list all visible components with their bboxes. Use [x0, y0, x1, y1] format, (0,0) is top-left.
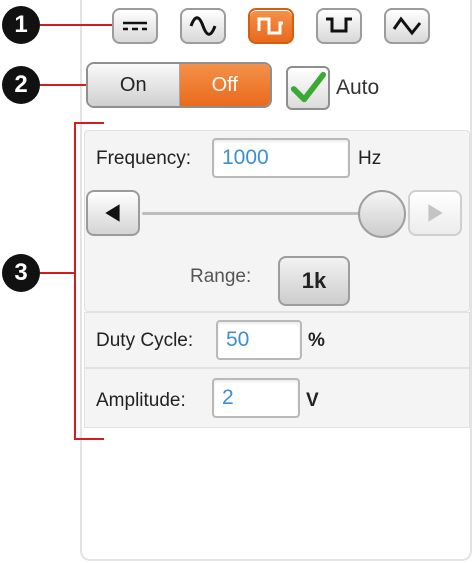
- checkmark-icon: [290, 71, 327, 103]
- left-arrow-icon: [105, 204, 120, 222]
- sine-wave-icon: [189, 16, 217, 36]
- duty-cycle-input[interactable]: [216, 320, 302, 360]
- amplitude-unit: V: [306, 390, 319, 411]
- frequency-input[interactable]: [212, 138, 350, 178]
- right-arrow-icon: [428, 204, 443, 222]
- power-on-button[interactable]: On: [88, 64, 180, 106]
- pulse-waveform-button[interactable]: [316, 8, 362, 44]
- triangle-waveform-button[interactable]: [384, 8, 430, 44]
- frequency-label: Frequency:: [96, 148, 192, 169]
- callout-3-bracket-top: [74, 122, 104, 124]
- frequency-decrease-button[interactable]: [86, 190, 140, 236]
- duty-cycle-label: Duty Cycle:: [96, 330, 194, 351]
- frequency-slider-thumb[interactable]: [358, 190, 406, 238]
- frequency-slider-track[interactable]: [142, 212, 392, 215]
- power-off-button[interactable]: Off: [179, 64, 270, 106]
- auto-checkbox[interactable]: [286, 66, 330, 110]
- dc-wave-icon: [123, 21, 147, 31]
- frequency-increase-button[interactable]: [408, 190, 462, 236]
- range-button[interactable]: 1k: [278, 256, 350, 306]
- callout-2-line: [40, 84, 88, 86]
- auto-label: Auto: [336, 76, 380, 99]
- callout-3: 3: [2, 254, 40, 292]
- triangle-wave-icon: [392, 16, 422, 36]
- dc-waveform-button[interactable]: [112, 8, 158, 44]
- callout-1: 1: [2, 6, 40, 44]
- power-toggle[interactable]: On Off: [86, 62, 272, 108]
- range-label: Range:: [190, 266, 252, 287]
- amplitude-input[interactable]: [212, 378, 300, 418]
- callout-3-bracket-bottom: [74, 438, 104, 440]
- amplitude-label: Amplitude:: [96, 390, 186, 411]
- pulse-wave-icon: [326, 17, 352, 33]
- callout-3-line: [40, 272, 76, 274]
- callout-3-bracket: [74, 122, 76, 440]
- square-waveform-button[interactable]: [248, 8, 294, 44]
- square-wave-icon: [257, 17, 283, 35]
- duty-cycle-unit: %: [308, 330, 325, 351]
- callout-1-line: [40, 24, 112, 26]
- sine-waveform-button[interactable]: [180, 8, 226, 44]
- callout-2: 2: [2, 66, 40, 104]
- frequency-unit: Hz: [358, 148, 382, 169]
